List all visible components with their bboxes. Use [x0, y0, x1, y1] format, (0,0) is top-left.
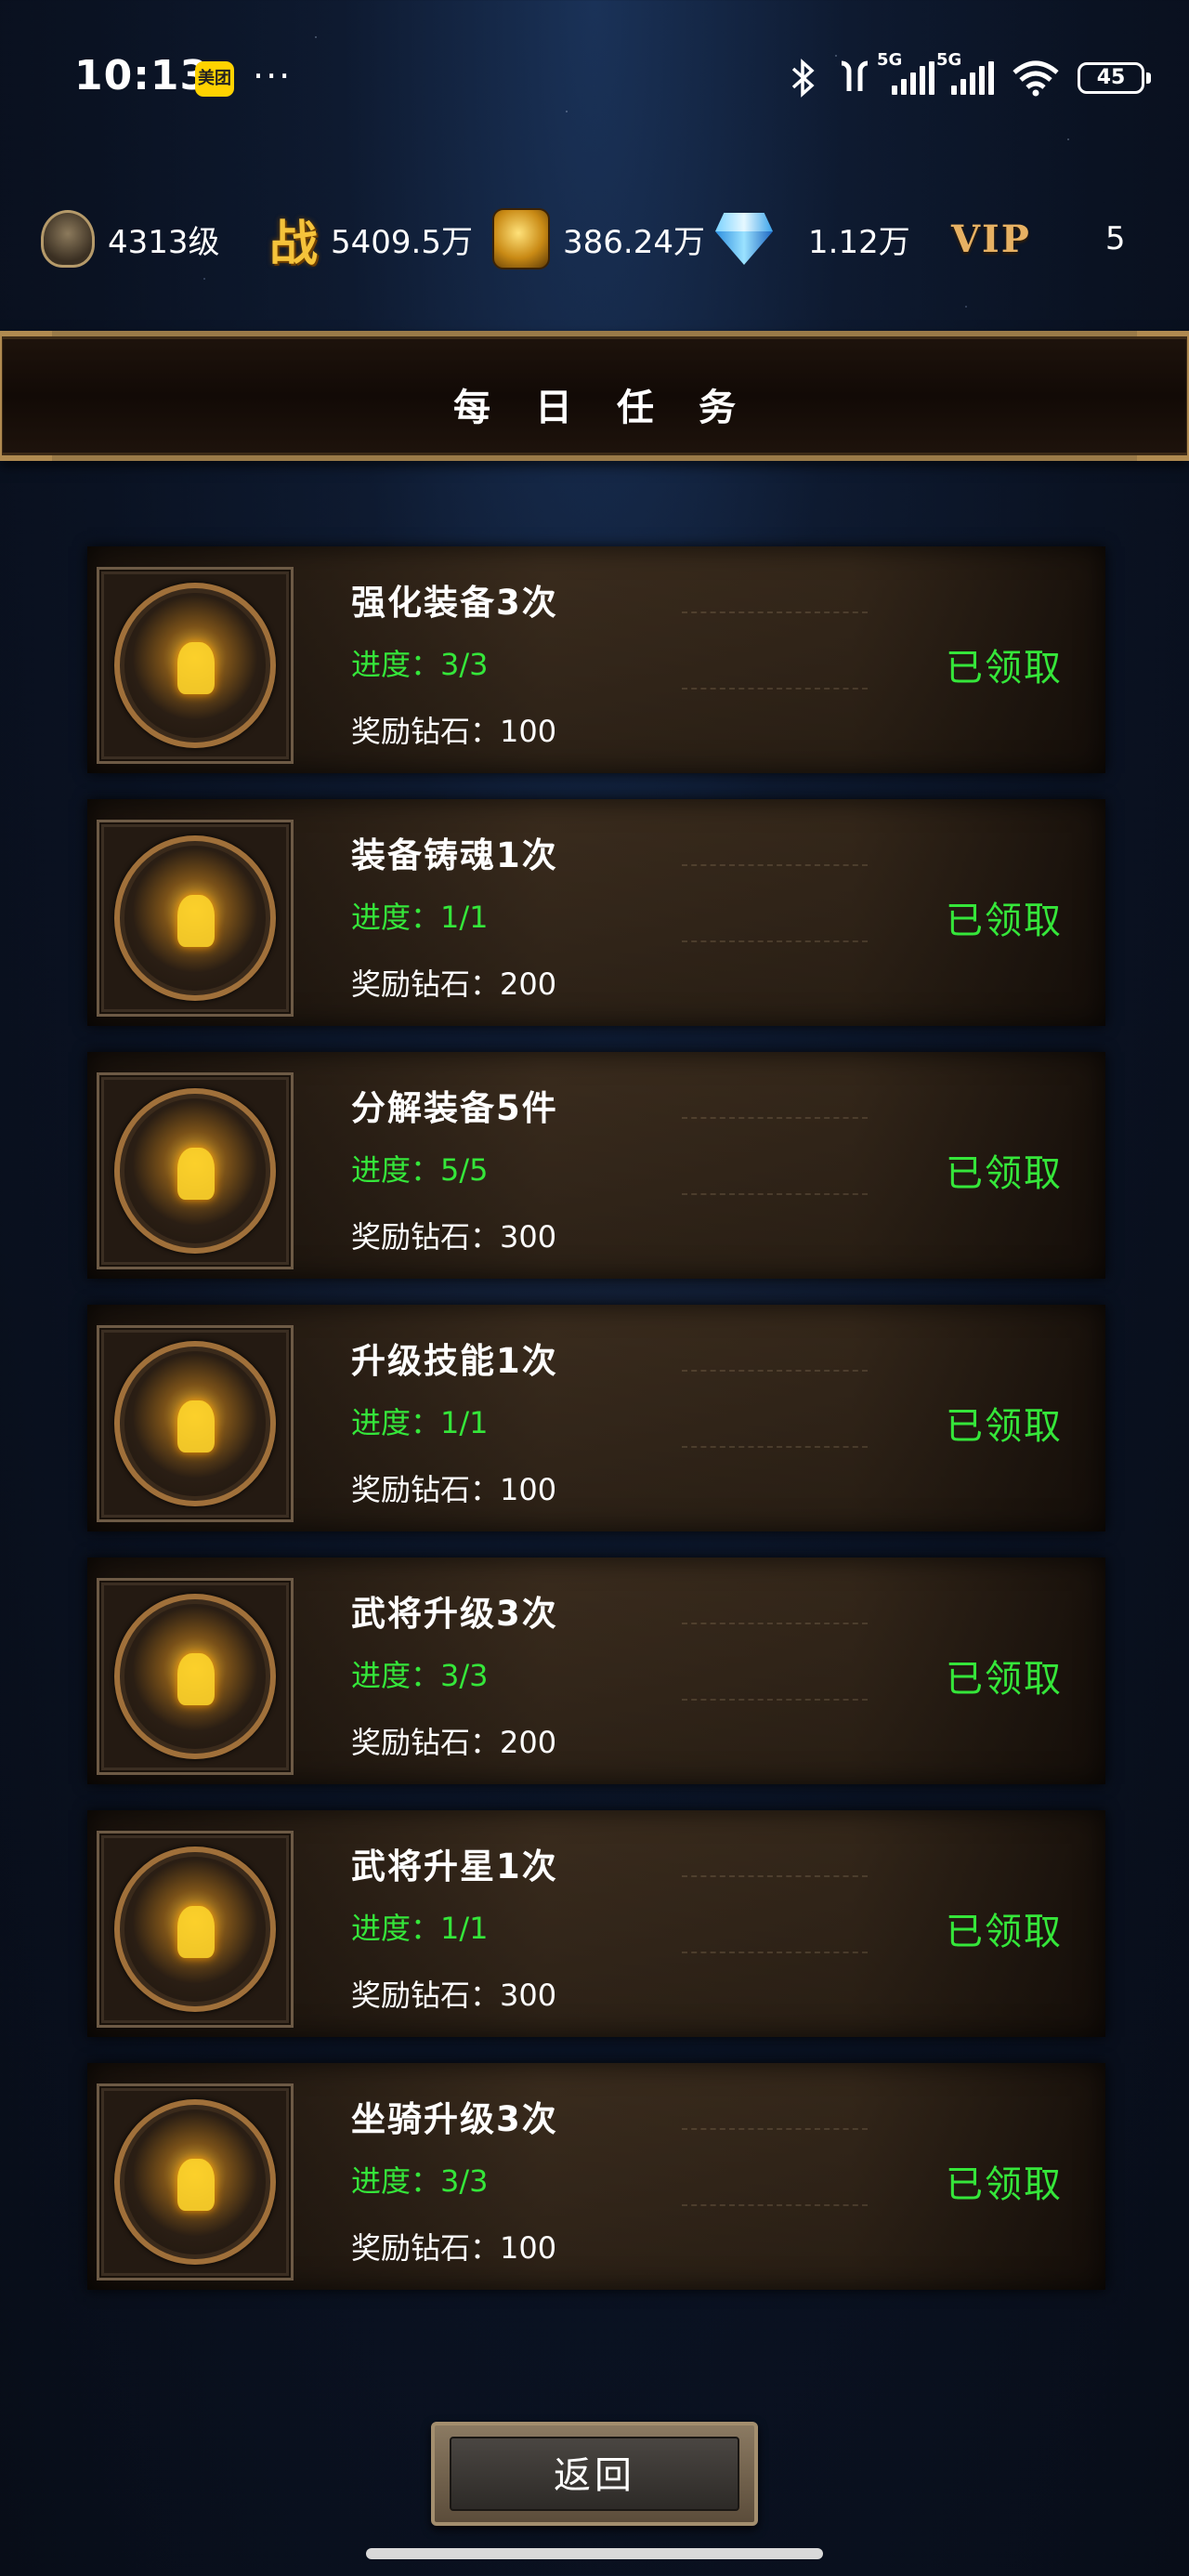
task-icon-frame	[97, 1831, 294, 2028]
diamond-value: 1.12万	[808, 223, 910, 261]
task-icon-frame	[97, 1325, 294, 1522]
dragon-mask-icon	[114, 1341, 276, 1506]
task-name: 强化装备3次	[351, 583, 558, 623]
task-icon-frame	[97, 1578, 294, 1775]
player-level-value: 4313级	[108, 223, 220, 261]
task-name: 装备铸魂1次	[351, 835, 558, 875]
task-progress: 进度：1/1	[351, 1405, 489, 1440]
more-notifications-icon: ···	[253, 56, 293, 97]
task-reward: 奖励钻石：100	[351, 714, 557, 749]
task-claimed-status: 已领取	[946, 900, 1063, 942]
task-item: 强化装备3次 进度：3/3 奖励钻石：100 已领取	[87, 546, 1105, 773]
task-icon-frame	[97, 820, 294, 1017]
diamond-icon	[715, 213, 773, 265]
wifi-icon	[1013, 60, 1059, 97]
task-progress: 进度：1/1	[351, 1911, 489, 1946]
diamond-currency: 1.12万	[715, 213, 910, 265]
dragon-mask-icon	[114, 2099, 276, 2265]
task-name: 武将升星1次	[351, 1847, 558, 1886]
battery-icon: 45	[1078, 62, 1151, 94]
task-item: 升级技能1次 进度：1/1 奖励钻石：100 已领取	[87, 1305, 1105, 1531]
task-claimed-status: 已领取	[946, 1658, 1063, 1701]
task-claimed-status: 已领取	[946, 1152, 1063, 1195]
home-indicator[interactable]	[366, 2548, 823, 2559]
task-progress: 进度：3/3	[351, 2163, 489, 2199]
bluetooth-icon	[791, 59, 815, 98]
task-name: 坐骑升级3次	[351, 2099, 558, 2139]
page-title: 每日任务	[453, 387, 780, 429]
vip-label: VIP	[951, 217, 1031, 261]
dragon-mask-icon	[114, 1594, 276, 1759]
cellular-signal-2-icon: 5G	[936, 50, 994, 95]
dragon-mask-icon	[114, 1088, 276, 1254]
task-reward: 奖励钻石：300	[351, 1978, 557, 2013]
status-time: 10:13	[74, 52, 210, 99]
task-claimed-status: 已领取	[946, 647, 1063, 690]
back-button-label[interactable]: 返回	[450, 2437, 739, 2511]
back-button[interactable]: 返回	[431, 2422, 758, 2526]
task-reward: 奖励钻石：100	[351, 1472, 557, 1507]
task-item: 分解装备5件 进度：5/5 奖励钻石：300 已领取	[87, 1052, 1105, 1279]
vip-level-value: 5	[1104, 220, 1126, 257]
task-name: 升级技能1次	[351, 1341, 558, 1381]
task-item: 武将升级3次 进度：3/3 奖励钻石：200 已领取	[87, 1557, 1105, 1784]
task-icon-frame	[97, 1072, 294, 1269]
daily-task-list: 强化装备3次 进度：3/3 奖励钻石：100 已领取 装备铸魂1次 进度：1/1…	[87, 546, 1105, 2316]
task-name: 武将升级3次	[351, 1594, 558, 1634]
battle-power-value: 5409.5万	[331, 223, 473, 261]
task-reward: 奖励钻石：200	[351, 966, 557, 1002]
task-icon-frame	[97, 567, 294, 764]
gold-value: 386.24万	[563, 223, 705, 261]
cellular-signal-1-icon: 5G	[877, 50, 934, 95]
status-icons: 5G 5G 45	[790, 50, 1151, 100]
task-claimed-status: 已领取	[946, 1911, 1063, 1953]
gold-coin-icon	[492, 208, 550, 269]
task-claimed-status: 已领取	[946, 2163, 1063, 2206]
task-item: 武将升星1次 进度：1/1 奖励钻石：300 已领取	[87, 1810, 1105, 2037]
gold-currency: 386.24万	[492, 208, 705, 269]
title-banner: 每日任务	[0, 331, 1189, 461]
task-item: 装备铸魂1次 进度：1/1 奖励钻石：200 已领取	[87, 799, 1105, 1026]
task-progress: 进度：3/3	[351, 1658, 489, 1693]
task-reward: 奖励钻石：300	[351, 1219, 557, 1255]
meituan-app-icon: 美团	[195, 61, 234, 97]
task-reward: 奖励钻石：200	[351, 1725, 557, 1760]
task-progress: 进度：1/1	[351, 900, 489, 935]
dragon-mask-icon	[114, 583, 276, 748]
rank-emblem-icon	[41, 210, 95, 268]
earbuds-icon	[841, 60, 869, 91]
resource-bar: 4313级 战 5409.5万 386.24万 1.12万 VIP 5	[0, 197, 1189, 281]
task-progress: 进度：3/3	[351, 647, 489, 682]
battle-power-icon: 战	[269, 215, 319, 272]
dragon-mask-icon	[114, 1847, 276, 2012]
task-name: 分解装备5件	[351, 1088, 558, 1128]
dragon-mask-icon	[114, 835, 276, 1001]
battle-power: 战 5409.5万	[269, 204, 473, 274]
player-level: 4313级	[41, 210, 220, 268]
task-icon-frame	[97, 2083, 294, 2280]
task-reward: 奖励钻石：100	[351, 2230, 557, 2266]
vip-status: VIP 5	[951, 217, 1125, 261]
task-claimed-status: 已领取	[946, 1405, 1063, 1448]
task-item: 坐骑升级3次 进度：3/3 奖励钻石：100 已领取	[87, 2063, 1105, 2290]
status-bar: 10:13 美团 ··· 5G 5G 45	[0, 0, 1189, 158]
task-progress: 进度：5/5	[351, 1152, 489, 1188]
